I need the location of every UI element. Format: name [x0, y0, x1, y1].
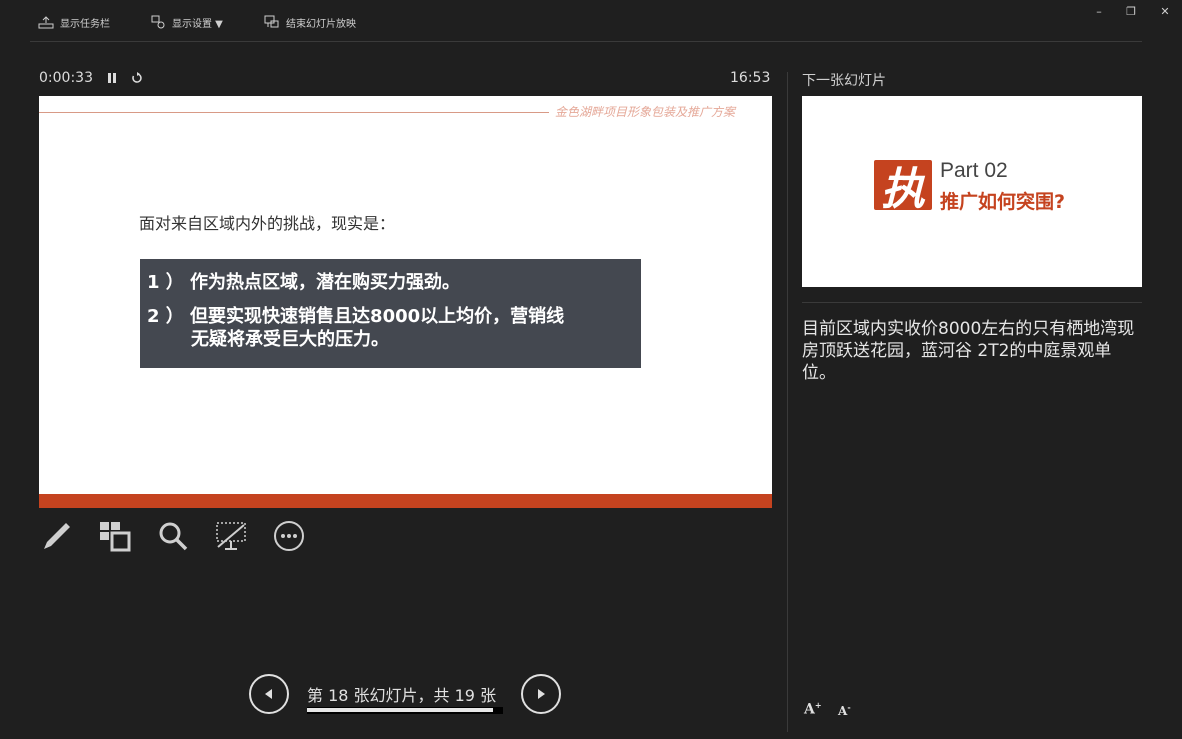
elapsed-time: 0:00:33 [39, 70, 93, 86]
close-button[interactable]: ✕ [1154, 2, 1176, 20]
more-icon [274, 521, 304, 551]
next-slide-label: 下一张幻灯片 [802, 73, 886, 89]
decrease-font-icon: A [838, 704, 848, 718]
slide-progress-fill [307, 708, 493, 712]
slide-progress-bar [307, 707, 503, 714]
slide-point-2: 2 ） 但要实现快速销售且达8000以上均价，营销线 [147, 306, 565, 327]
slides-grid-icon [100, 522, 131, 552]
show-taskbar-button[interactable]: 显示任务栏 [38, 12, 110, 32]
slide-point-1: 1 ） 作为热点区域，潜在购买力强劲。 [147, 272, 461, 293]
restore-button[interactable]: ❐ [1120, 2, 1142, 20]
previous-arrow-icon [265, 689, 272, 699]
notes-divider [802, 302, 1142, 303]
next-arrow-icon [538, 689, 545, 699]
increase-font-button[interactable]: A+ [804, 700, 822, 718]
pause-button[interactable] [107, 72, 117, 84]
restore-icon: ❐ [1126, 4, 1136, 18]
reset-timer-button[interactable] [131, 72, 143, 84]
increase-font-icon: A [804, 701, 815, 718]
minimize-icon: – [1096, 4, 1102, 18]
see-all-slides-button[interactable] [97, 518, 133, 554]
show-taskbar-label: 显示任务栏 [60, 18, 110, 30]
panel-divider [787, 72, 788, 732]
slide-counter: 第 18 张幻灯片，共 19 张 [307, 686, 497, 705]
next-slide-button[interactable] [521, 674, 561, 714]
pen-tool-button[interactable] [39, 518, 75, 554]
presenter-toolbar: 显示任务栏 显示设置 ▼ 结束幻灯片放映 [0, 0, 1182, 42]
zoom-button[interactable] [155, 518, 191, 554]
current-slide[interactable]: 金色湖畔项目形象包装及推广方案 面对来自区域内外的挑战，现实是： 1 ） 作为热… [39, 96, 772, 508]
slide-header-line [39, 112, 549, 113]
black-screen-button[interactable] [213, 518, 249, 554]
slide-header-text: 金色湖畔项目形象包装及推广方案 [555, 105, 736, 119]
pen-icon [44, 523, 70, 549]
end-slideshow-label: 结束幻灯片放映 [286, 18, 356, 30]
display-settings-label: 显示设置 ▼ [172, 18, 223, 30]
timer-bar: 0:00:33 [39, 70, 143, 86]
next-slide-logo-char: 执 [874, 160, 932, 215]
speaker-notes[interactable]: 目前区域内实收价8000左右的只有栖地湾现房顶跃送花园，蓝河谷 2T2的中庭景观… [802, 318, 1142, 384]
pause-icon [107, 73, 116, 83]
slide-intro-text: 面对来自区域内外的挑战，现实是： [139, 214, 396, 233]
current-time: 16:53 [730, 70, 771, 86]
close-icon: ✕ [1160, 4, 1170, 18]
next-slide-subtitle: 推广如何突围? [940, 191, 1066, 213]
display-settings-button[interactable]: 显示设置 ▼ [150, 12, 223, 32]
end-slideshow-button[interactable]: 结束幻灯片放映 [264, 12, 356, 32]
reset-icon [132, 72, 142, 83]
end-slideshow-icon [264, 15, 279, 28]
minimize-button[interactable]: – [1088, 2, 1110, 20]
taskbar-icon [38, 16, 54, 29]
next-slide-part: Part 02 [940, 159, 1008, 182]
zoom-icon [159, 522, 188, 551]
slide-footer-bar [39, 494, 772, 508]
toolbar-divider [30, 41, 1142, 42]
previous-slide-button[interactable] [249, 674, 289, 714]
presenter-tools [39, 518, 307, 554]
decrease-font-button[interactable]: A- [838, 702, 851, 718]
more-options-button[interactable] [271, 518, 307, 554]
display-settings-icon [151, 15, 165, 29]
next-slide-preview[interactable]: 执 Part 02 推广如何突围? [802, 96, 1142, 287]
slide-highlight-box: 1 ） 作为热点区域，潜在购买力强劲。 2 ） 但要实现快速销售且达8000以上… [140, 259, 641, 368]
slide-point-2-continued: 无疑将承受巨大的压力。 [191, 329, 389, 350]
black-screen-icon [216, 522, 246, 550]
